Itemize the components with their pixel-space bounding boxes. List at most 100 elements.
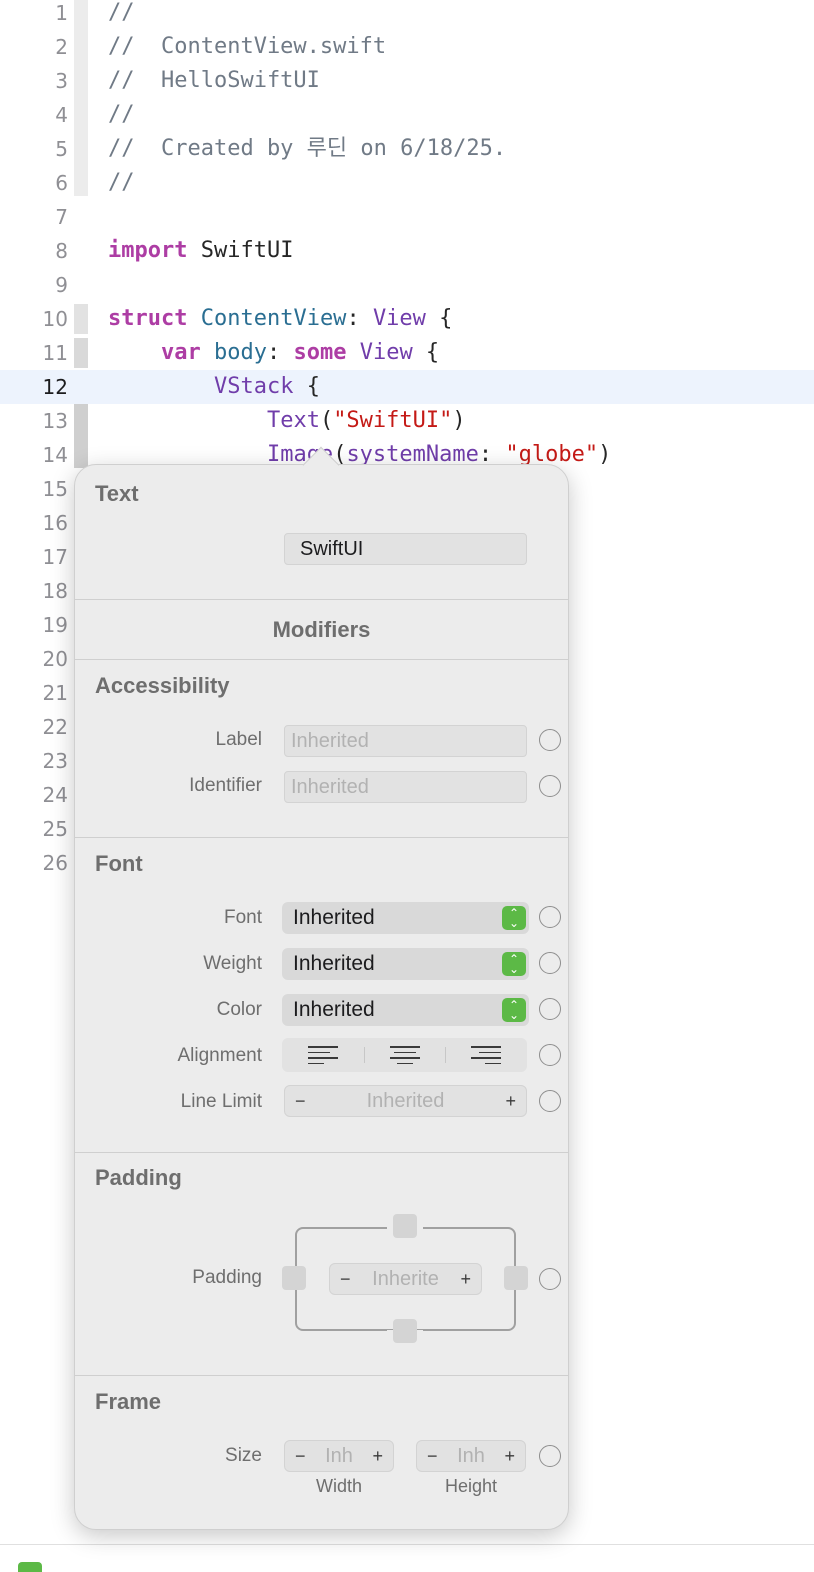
code-line[interactable]: 13 Text("SwiftUI")	[0, 404, 814, 438]
code-line[interactable]: 3 // HelloSwiftUI	[0, 64, 814, 98]
text-section-title: Text	[95, 481, 139, 506]
height-caption: Height	[444, 1476, 498, 1496]
line-number: 26	[42, 851, 68, 875]
width-stepper[interactable]: Inh − +	[284, 1440, 394, 1472]
circle-reset-icon[interactable]	[539, 952, 561, 974]
code-line[interactable]: 9	[0, 268, 814, 302]
line-number: 22	[42, 715, 68, 739]
circle-reset-icon[interactable]	[539, 998, 561, 1020]
line-number: 5	[55, 137, 68, 161]
weight-label: Weight	[203, 953, 262, 974]
code-line[interactable]: 12 VStack {	[0, 370, 814, 404]
padding-leading-toggle[interactable]	[282, 1266, 306, 1290]
padding-trailing-toggle[interactable]	[504, 1266, 528, 1290]
color-select-value: Inherited	[293, 998, 375, 1021]
code-text: var body: some View {	[108, 336, 439, 370]
font-label: Font	[223, 907, 262, 928]
code-line[interactable]: 2 // ContentView.swift	[0, 30, 814, 64]
line-number: 13	[42, 409, 68, 433]
code-line[interactable]: 1 //	[0, 0, 814, 30]
minus-icon[interactable]: −	[295, 1086, 306, 1116]
circle-reset-icon[interactable]	[539, 729, 561, 751]
circle-reset-icon[interactable]	[539, 1445, 561, 1467]
padding-stepper[interactable]: Inherite − +	[329, 1263, 482, 1295]
text-content-field[interactable]: SwiftUI	[284, 533, 527, 565]
code-token: //	[108, 102, 135, 127]
accessibility-identifier-field[interactable]: Inherited	[284, 771, 527, 803]
plus-icon[interactable]: +	[504, 1441, 515, 1471]
modifiers-title: Modifiers	[272, 617, 371, 642]
align-center-button[interactable]	[363, 1038, 446, 1072]
plus-icon[interactable]: +	[372, 1441, 383, 1471]
height-stepper[interactable]: Inh − +	[416, 1440, 526, 1472]
code-line[interactable]: 5 // Created by 루딘 on 6/18/25.	[0, 132, 814, 166]
accessibility-identifier-label: Identifier	[189, 775, 262, 796]
code-line[interactable]: 7	[0, 200, 814, 234]
padding-section-title: Padding	[95, 1165, 182, 1190]
code-line[interactable]: 8 import SwiftUI	[0, 234, 814, 268]
alignment-segmented-control	[282, 1038, 527, 1072]
code-token: VStack	[213, 374, 294, 399]
line-number: 16	[42, 511, 68, 535]
line-limit-stepper[interactable]: Inherited − +	[284, 1085, 527, 1117]
code-text: VStack {	[108, 370, 320, 404]
alignment-label: Alignment	[177, 1045, 263, 1066]
code-token: :	[266, 340, 294, 365]
weight-select[interactable]: Inherited ⌃ ⌄	[282, 948, 529, 980]
section-divider	[75, 1375, 568, 1376]
color-select[interactable]: Inherited ⌃ ⌄	[282, 994, 529, 1026]
width-caption: Width	[315, 1476, 362, 1496]
minus-icon[interactable]: −	[340, 1264, 351, 1294]
minus-icon[interactable]: −	[295, 1441, 306, 1471]
line-number: 7	[55, 205, 68, 229]
code-text: // Created by 루딘 on 6/18/25.	[108, 132, 506, 166]
plus-icon[interactable]: +	[505, 1086, 516, 1116]
code-token: {	[412, 340, 440, 365]
circle-reset-icon[interactable]	[539, 1044, 561, 1066]
code-text: Text("SwiftUI")	[108, 404, 466, 438]
circle-reset-icon[interactable]	[539, 1268, 561, 1290]
circle-reset-icon[interactable]	[539, 1090, 561, 1112]
color-label: Color	[216, 999, 262, 1020]
code-text: // ContentView.swift	[108, 30, 386, 64]
circle-reset-icon[interactable]	[539, 906, 561, 928]
line-number: 20	[42, 647, 68, 671]
accessibility-label-label: Label	[215, 729, 263, 750]
chevron-up-down-icon: ⌃ ⌄	[502, 952, 526, 976]
code-line[interactable]: 11 var body: some View {	[0, 336, 814, 370]
chevron-up-down-icon: ⌃ ⌄	[502, 906, 526, 930]
editor-bottom-border	[0, 1544, 814, 1545]
code-text: //	[108, 0, 135, 30]
code-token: {	[425, 306, 453, 331]
code-line[interactable]: 10 struct ContentView: View {	[0, 302, 814, 336]
section-divider	[75, 659, 568, 660]
code-token: :	[346, 306, 373, 331]
code-line[interactable]: 6 //	[0, 166, 814, 200]
padding-bottom-toggle[interactable]	[393, 1319, 417, 1343]
code-line[interactable]: 4 //	[0, 98, 814, 132]
minus-icon[interactable]: −	[427, 1441, 438, 1471]
font-select[interactable]: Inherited ⌃ ⌄	[282, 902, 529, 934]
plus-icon[interactable]: +	[460, 1264, 471, 1294]
circle-reset-icon[interactable]	[539, 775, 561, 797]
accessibility-label-field[interactable]: Inherited	[284, 725, 527, 757]
line-number: 17	[42, 545, 68, 569]
padding-top-toggle[interactable]	[393, 1214, 417, 1238]
accessibility-section-title: Accessibility	[95, 673, 230, 698]
section-divider	[75, 1152, 568, 1153]
line-number: 14	[42, 443, 68, 467]
line-number: 23	[42, 749, 68, 773]
attributes-inspector-popover: Text SwiftUI Modifiers Accessibility Lab…	[74, 446, 569, 1530]
align-trailing-button[interactable]	[445, 1038, 527, 1072]
align-leading-button[interactable]	[282, 1038, 364, 1072]
status-badge	[18, 1562, 42, 1572]
code-token: // HelloSwiftUI	[108, 68, 320, 93]
code-token: // Created by 루딘 on 6/18/25.	[108, 136, 507, 161]
code-token: import	[108, 238, 188, 263]
